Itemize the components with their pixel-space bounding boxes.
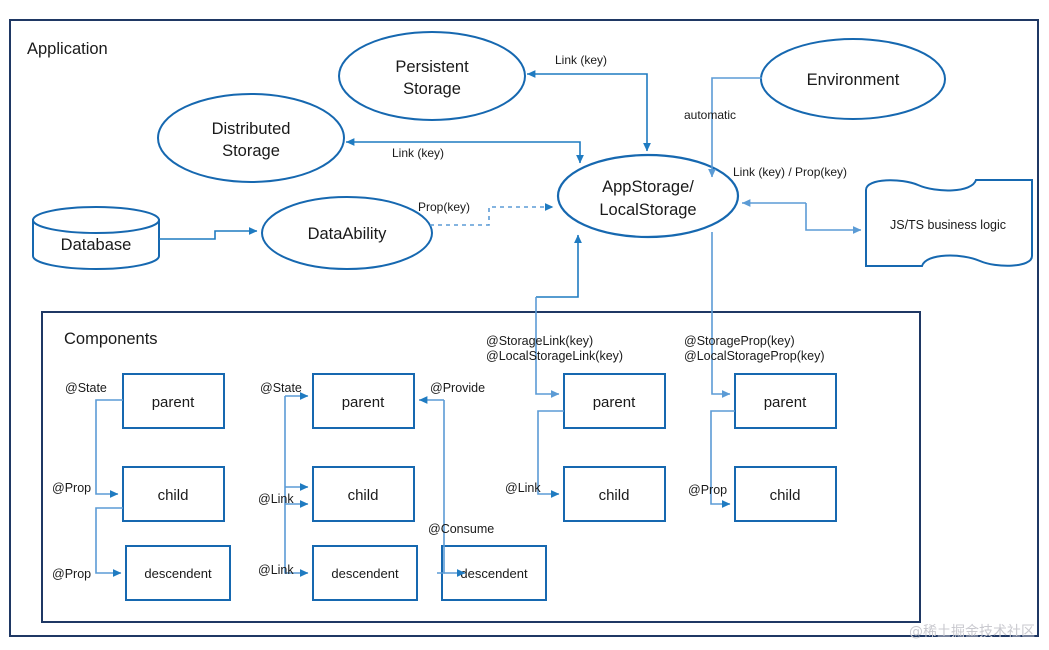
node-persistent-storage[interactable]: Persistent Storage	[338, 31, 526, 121]
g1-parent-label: parent	[152, 394, 195, 411]
data-ability-label: DataAbility	[308, 225, 388, 243]
g2-parent-label: parent	[342, 394, 385, 411]
environment-label: Environment	[807, 71, 900, 89]
storage-link-label-line2: @LocalStorageLink(key)	[486, 349, 623, 363]
data-ability-prop-label: Prop(key)	[418, 200, 470, 214]
diagram-canvas: Application Components Persistent Storag…	[0, 0, 1049, 650]
components-title: Components	[64, 330, 158, 348]
distributed-storage-label-line1: Distributed	[212, 120, 291, 138]
g4-parent-label: parent	[764, 394, 807, 411]
persistent-storage-label-line2: Storage	[403, 80, 461, 98]
g3-child-label: child	[599, 487, 630, 504]
business-logic-link-label: Link (key) / Prop(key)	[733, 165, 847, 179]
environment-automatic-label: automatic	[684, 108, 736, 122]
persistent-storage-label-line1: Persistent	[395, 58, 469, 76]
distributed-link-label: Link (key)	[392, 146, 444, 160]
g1-prop-1-label: @Prop	[52, 481, 91, 495]
storage-prop-label-line1: @StorageProp(key)	[684, 334, 795, 348]
g2-link-2-label: @Link	[258, 563, 294, 577]
watermark: @稀土掘金技术社区	[909, 624, 1035, 640]
node-business-logic[interactable]: JS/TS business logic	[865, 179, 1033, 267]
g4-prop-label: @Prop	[688, 483, 727, 497]
distributed-storage-label-line2: Storage	[222, 142, 280, 160]
node-environment[interactable]: Environment	[760, 38, 946, 120]
application-title: Application	[27, 40, 108, 58]
node-distributed-storage[interactable]: Distributed Storage	[157, 93, 345, 183]
g3-parent-label: parent	[593, 394, 636, 411]
g1-descendent-label: descendent	[144, 566, 212, 581]
app-storage-label-line2: LocalStorage	[599, 201, 696, 219]
business-logic-label: JS/TS business logic	[890, 218, 1006, 232]
persistent-link-label: Link (key)	[555, 53, 607, 67]
architecture-diagram: Application Components Persistent Storag…	[9, 19, 1039, 640]
g4-child-label: child	[770, 487, 801, 504]
g2-state-label: @State	[260, 381, 302, 395]
app-storage-label-line1: AppStorage/	[602, 178, 694, 196]
g3-link-label: @Link	[505, 481, 541, 495]
g1-child-label: child	[158, 487, 189, 504]
g2-descendent-label: descendent	[331, 566, 399, 581]
g2-child-label: child	[348, 487, 379, 504]
g1-state-label: @State	[65, 381, 107, 395]
storage-prop-label-line2: @LocalStorageProp(key)	[684, 349, 825, 363]
node-database[interactable]: Database	[32, 206, 160, 270]
g2-consume-label: @Consume	[428, 522, 494, 536]
g2-link-1-label: @Link	[258, 492, 294, 506]
node-data-ability[interactable]: DataAbility	[261, 196, 433, 270]
g1-prop-2-label: @Prop	[52, 567, 91, 581]
database-label: Database	[61, 236, 132, 254]
storage-link-label-line1: @StorageLink(key)	[486, 334, 593, 348]
g2-descendent-consume-label: descendent	[460, 566, 528, 581]
node-app-storage[interactable]: AppStorage/ LocalStorage	[556, 153, 740, 239]
g2-provide-label: @Provide	[430, 381, 485, 395]
